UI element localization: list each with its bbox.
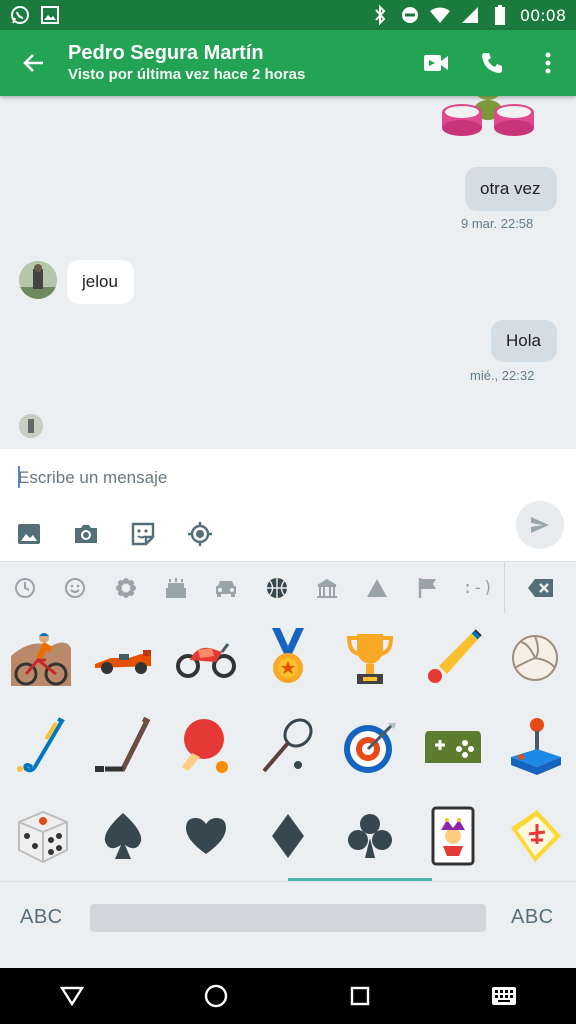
drummer-sticker[interactable] <box>440 96 536 148</box>
chat-header: Pedro Segura Martín Visto por última vez… <box>0 30 576 96</box>
triangle-back-icon <box>60 986 84 1006</box>
triangle-icon[interactable] <box>352 562 402 614</box>
dart-target-emoji[interactable] <box>329 702 411 791</box>
message-composer <box>0 449 576 561</box>
location-button[interactable] <box>187 521 213 547</box>
ping-pong-emoji[interactable] <box>165 702 247 791</box>
more-options-button[interactable] <box>520 30 576 96</box>
wifi-icon <box>429 5 450 25</box>
recents-nav-button[interactable] <box>330 968 390 1024</box>
more-vert-icon <box>545 52 551 74</box>
message-text: Hola <box>506 331 541 350</box>
emoji-grid <box>0 613 576 880</box>
contact-name: Pedro Segura Martín <box>68 42 264 64</box>
medal-emoji[interactable] <box>247 613 329 702</box>
video-camera-icon <box>424 55 448 71</box>
basketball-icon[interactable] <box>251 562 301 614</box>
dice-emoji[interactable] <box>0 791 82 880</box>
bluetooth-icon <box>370 5 390 25</box>
image-icon <box>40 5 60 25</box>
message-bubble-in[interactable]: jelou <box>67 260 134 304</box>
badminton-emoji[interactable] <box>247 702 329 791</box>
club-emoji[interactable] <box>329 791 411 880</box>
trophy-emoji[interactable] <box>329 613 411 702</box>
smiley-icon[interactable] <box>50 562 100 614</box>
abc-key-right[interactable]: ABC <box>511 906 554 929</box>
gallery-button[interactable] <box>16 521 42 547</box>
contact-info[interactable]: Pedro Segura Martín Visto por última vez… <box>68 41 408 85</box>
message-bubble-out[interactable]: Hola <box>491 320 557 362</box>
joker-card-emoji[interactable] <box>411 791 493 880</box>
emoji-category-bar: :-) <box>0 561 576 614</box>
message-timestamp: 9 mar. 22:58 <box>461 216 534 231</box>
keyboard-icon <box>492 987 516 1005</box>
spade-emoji[interactable] <box>82 791 164 880</box>
abc-key-left[interactable]: ABC <box>20 906 63 929</box>
backspace-icon <box>527 579 553 597</box>
ice-hockey-emoji[interactable] <box>82 702 164 791</box>
field-hockey-emoji[interactable] <box>0 702 82 791</box>
system-nav-bar <box>0 968 576 1024</box>
do-not-disturb-icon <box>400 5 420 25</box>
signal-icon <box>460 5 480 25</box>
sticker-button[interactable] <box>130 521 156 547</box>
race-car-emoji[interactable] <box>82 613 164 702</box>
recent-icon[interactable] <box>0 562 50 614</box>
message-text: jelou <box>82 272 118 291</box>
avatar[interactable] <box>19 261 57 299</box>
read-receipt-avatar <box>19 414 43 438</box>
square-recents-icon <box>350 986 370 1006</box>
back-nav-button[interactable] <box>42 968 102 1024</box>
motorcycle-emoji[interactable] <box>165 613 247 702</box>
message-list[interactable]: otra vez 9 mar. 22:58 jelou Hola mié., 2… <box>0 96 576 449</box>
camera-icon <box>75 525 97 543</box>
sticker-icon <box>131 522 155 546</box>
back-button[interactable] <box>0 30 68 96</box>
message-bubble-out[interactable]: otra vez <box>465 167 557 211</box>
send-icon <box>531 517 549 533</box>
diamond-suit-emoji[interactable] <box>247 791 329 880</box>
whatsapp-icon <box>10 5 30 25</box>
backspace-button[interactable] <box>504 562 576 614</box>
send-button[interactable] <box>516 501 564 549</box>
cyclist-emoji[interactable] <box>0 613 82 702</box>
building-icon[interactable] <box>302 562 352 614</box>
message-timestamp: mié., 22:32 <box>470 368 535 383</box>
keyboard-switch-button[interactable] <box>474 968 534 1024</box>
clock: 00:08 <box>519 5 566 25</box>
heart-suit-emoji[interactable] <box>165 791 247 880</box>
video-call-button[interactable] <box>408 30 464 96</box>
flag-icon[interactable] <box>402 562 452 614</box>
home-circle-icon <box>204 984 228 1008</box>
mahjong-emoji[interactable] <box>494 791 576 880</box>
camera-button[interactable] <box>73 521 99 547</box>
voice-call-button[interactable] <box>464 30 520 96</box>
last-seen-status: Visto por última vez hace 2 horas <box>68 66 306 83</box>
volleyball-emoji[interactable] <box>494 613 576 702</box>
arrow-left-icon <box>23 54 43 72</box>
game-controller-emoji[interactable] <box>411 702 493 791</box>
status-bar: 00:08 <box>0 0 576 30</box>
location-icon <box>188 522 212 546</box>
emoticon-label: :-) <box>462 577 494 598</box>
battery-icon <box>490 5 510 25</box>
keyboard-bottom-row: ABC ABC <box>0 881 576 968</box>
flower-icon[interactable] <box>101 562 151 614</box>
message-text: otra vez <box>480 179 541 198</box>
phone-icon <box>482 53 502 73</box>
message-input[interactable] <box>18 463 498 493</box>
cricket-emoji[interactable] <box>411 613 493 702</box>
joystick-emoji[interactable] <box>494 702 576 791</box>
home-nav-button[interactable] <box>186 968 246 1024</box>
spacebar[interactable] <box>90 904 486 932</box>
car-icon[interactable] <box>201 562 251 614</box>
emoticon-icon[interactable]: :-) <box>453 562 503 614</box>
cake-icon[interactable] <box>151 562 201 614</box>
image-icon <box>18 524 40 544</box>
